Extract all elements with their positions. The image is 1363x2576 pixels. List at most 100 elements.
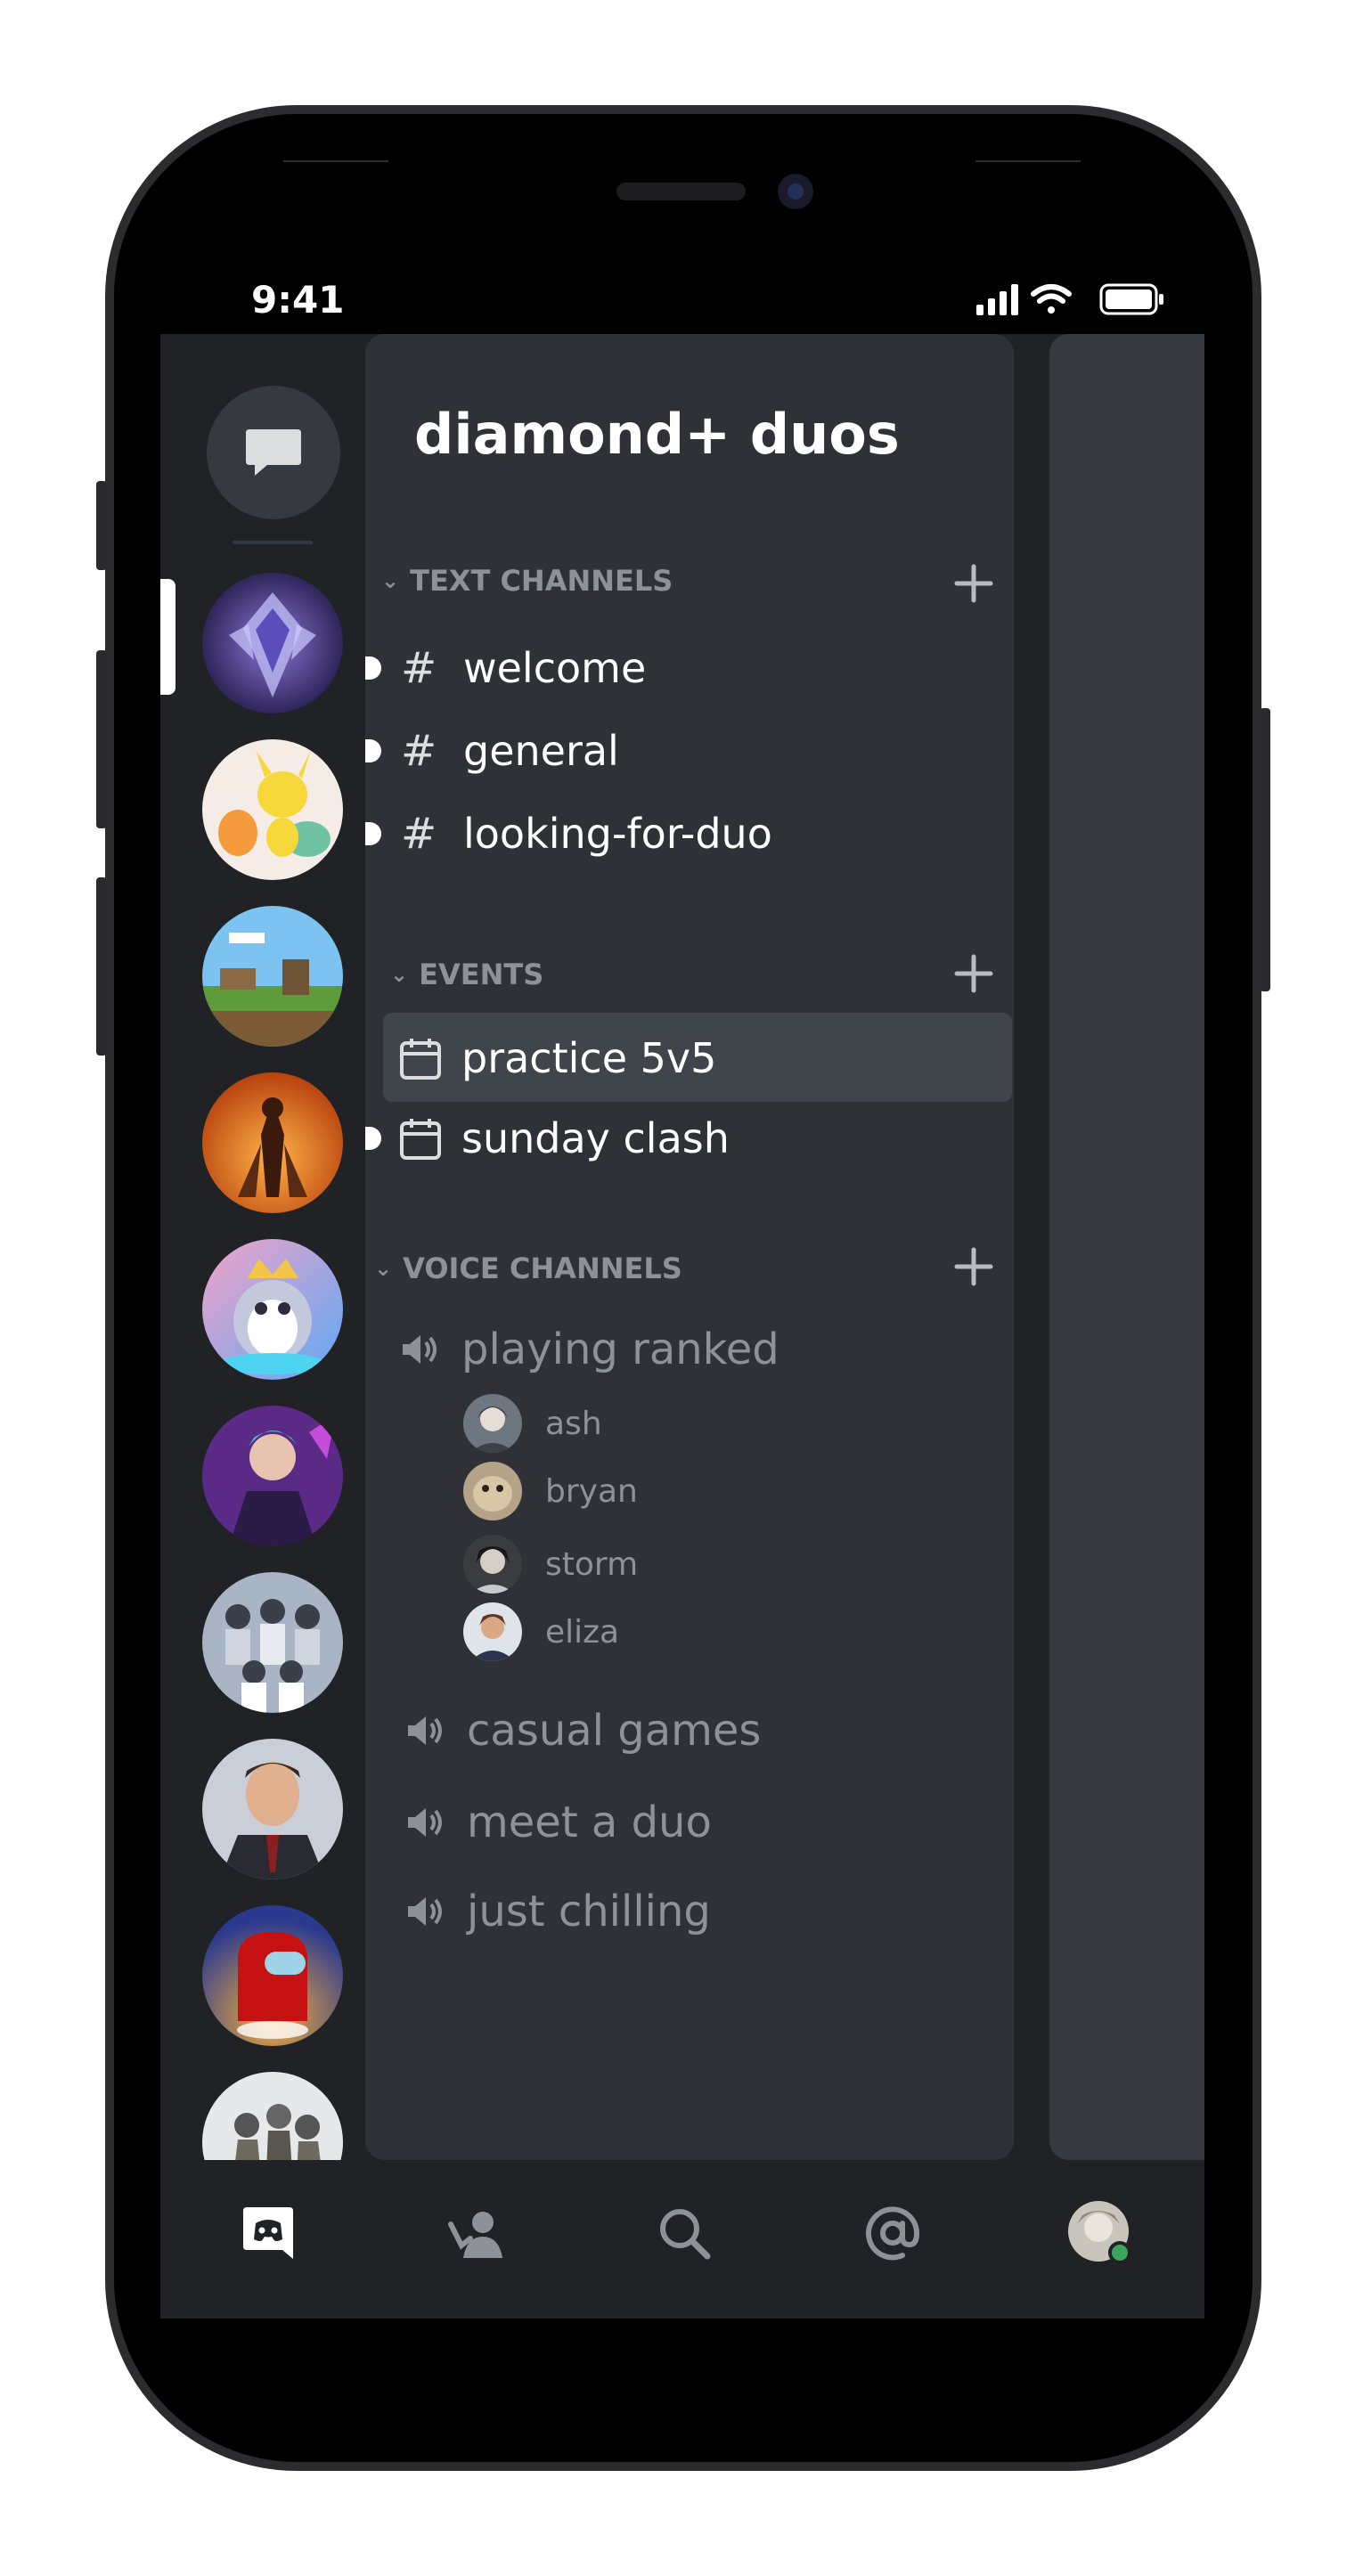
server-group-photo[interactable] (202, 1572, 343, 1713)
valorant-agent-icon (202, 1406, 343, 1546)
category-label: EVENTS (419, 958, 544, 991)
avatar (463, 1602, 522, 1661)
office-man-icon (202, 1739, 343, 1879)
speaker-icon (408, 1897, 442, 1926)
chat-bubble-icon (246, 429, 301, 476)
voice-channel-playing-ranked[interactable]: playing ranked (401, 1316, 779, 1383)
tab-profile[interactable] (1065, 2197, 1136, 2269)
channel-name: looking-for-duo (463, 810, 772, 858)
search-icon (660, 2209, 711, 2260)
battery-icon (1099, 283, 1163, 315)
voice-member-eliza[interactable]: eliza (463, 1602, 619, 1661)
event-practice-5v5[interactable]: practice 5v5 (399, 1027, 716, 1089)
calendar-icon (400, 1119, 441, 1160)
bezel-line (283, 160, 388, 162)
mute-switch (96, 481, 107, 570)
member-name: eliza (545, 1613, 620, 1651)
unread-indicator (365, 822, 381, 845)
avatar (463, 1535, 522, 1594)
tab-friends[interactable] (441, 2197, 512, 2269)
speaker-icon (408, 1808, 442, 1837)
avatar (463, 1462, 522, 1520)
minecraft-landscape-icon (202, 906, 343, 1047)
group-photo-icon (202, 1572, 343, 1713)
chevron-down-icon: ⌄ (390, 962, 409, 987)
channel-panel: diamond+ duos ⌄ TEXT CHANNELS # welcome … (365, 334, 1014, 2160)
category-label: TEXT CHANNELS (410, 564, 673, 598)
speaker-icon (408, 1716, 442, 1745)
pokemon-starters-icon (202, 739, 343, 880)
event-name: sunday clash (461, 1114, 730, 1162)
category-events[interactable]: ⌄ EVENTS (390, 958, 543, 991)
voice-channel-casual-games[interactable]: casual games (406, 1697, 761, 1765)
rail-divider (233, 541, 313, 544)
channel-looking-for-duo[interactable]: # looking-for-duo (365, 803, 772, 865)
server-office[interactable] (202, 1739, 343, 1879)
event-sunday-clash[interactable]: sunday clash (365, 1107, 730, 1170)
server-pokemon[interactable] (202, 739, 343, 880)
server-title[interactable]: diamond+ duos (414, 402, 900, 467)
active-server-indicator (160, 579, 175, 695)
server-penguin[interactable] (202, 1239, 343, 1380)
hash-icon: # (401, 809, 437, 859)
voice-channel-name: playing ranked (461, 1325, 779, 1374)
voice-member-storm[interactable]: storm (463, 1535, 638, 1594)
chevron-down-icon: ⌄ (374, 1256, 393, 1281)
power-button (1260, 708, 1270, 991)
voice-member-ash[interactable]: ash (463, 1394, 602, 1453)
channel-name: welcome (463, 644, 647, 692)
voice-member-bryan[interactable]: bryan (463, 1462, 638, 1520)
channel-welcome[interactable]: # welcome (365, 637, 647, 699)
voice-channel-name: meet a duo (467, 1797, 712, 1847)
category-label: VOICE CHANNELS (403, 1251, 682, 1285)
channel-name: general (463, 727, 619, 775)
voice-channel-name: casual games (467, 1706, 762, 1756)
profile-avatar-icon (1068, 2201, 1131, 2264)
status-icons (976, 281, 1172, 317)
add-event-icon[interactable] (951, 951, 996, 996)
cellular-signal-icon (976, 284, 1018, 315)
server-anime[interactable] (202, 1072, 343, 1213)
discord-home-icon (243, 2207, 293, 2259)
channel-general[interactable]: # general (365, 720, 619, 782)
server-minecraft[interactable] (202, 906, 343, 1047)
status-time: 9:41 (251, 278, 345, 322)
voice-channel-meet-a-duo[interactable]: meet a duo (406, 1789, 712, 1856)
app-screen: diamond+ duos ⌄ TEXT CHANNELS # welcome … (160, 334, 1204, 2319)
member-name: bryan (545, 1472, 638, 1510)
category-text-channels[interactable]: ⌄ TEXT CHANNELS (381, 564, 673, 598)
hash-icon: # (401, 726, 437, 776)
diamond-rank-emblem-icon (202, 573, 343, 713)
anime-fire-icon (202, 1072, 343, 1213)
add-voice-channel-icon[interactable] (951, 1244, 996, 1289)
volume-up-button (96, 650, 107, 828)
speaker-grille (616, 183, 746, 200)
avatar (463, 1394, 522, 1453)
chevron-down-icon: ⌄ (381, 568, 400, 593)
add-text-channel-icon[interactable] (951, 561, 996, 606)
voice-channel-name: just chilling (467, 1887, 711, 1936)
server-diamond-duos[interactable] (202, 573, 343, 713)
tab-mentions[interactable] (857, 2197, 928, 2269)
tab-home[interactable] (233, 2197, 304, 2269)
friends-icon (448, 2212, 502, 2258)
unread-indicator (365, 739, 381, 762)
speaker-icon (403, 1335, 437, 1364)
front-camera (778, 174, 813, 209)
chat-panel-peek[interactable] (1049, 334, 1204, 2160)
server-rail (160, 334, 365, 2213)
bottom-tab-bar (160, 2160, 1204, 2319)
tab-search[interactable] (649, 2197, 720, 2269)
penguin-mascot-icon (202, 1239, 343, 1380)
wifi-icon (1031, 284, 1072, 314)
online-status-indicator (1112, 2245, 1128, 2261)
category-voice-channels[interactable]: ⌄ VOICE CHANNELS (374, 1251, 682, 1285)
bezel-line (975, 160, 1081, 162)
hash-icon: # (401, 643, 437, 693)
direct-messages-button[interactable] (207, 386, 340, 519)
server-among-us[interactable] (202, 1905, 343, 2046)
server-valorant[interactable] (202, 1406, 343, 1546)
unread-indicator (365, 656, 381, 680)
voice-channel-just-chilling[interactable]: just chilling (406, 1878, 711, 1945)
among-us-icon (202, 1905, 343, 2046)
